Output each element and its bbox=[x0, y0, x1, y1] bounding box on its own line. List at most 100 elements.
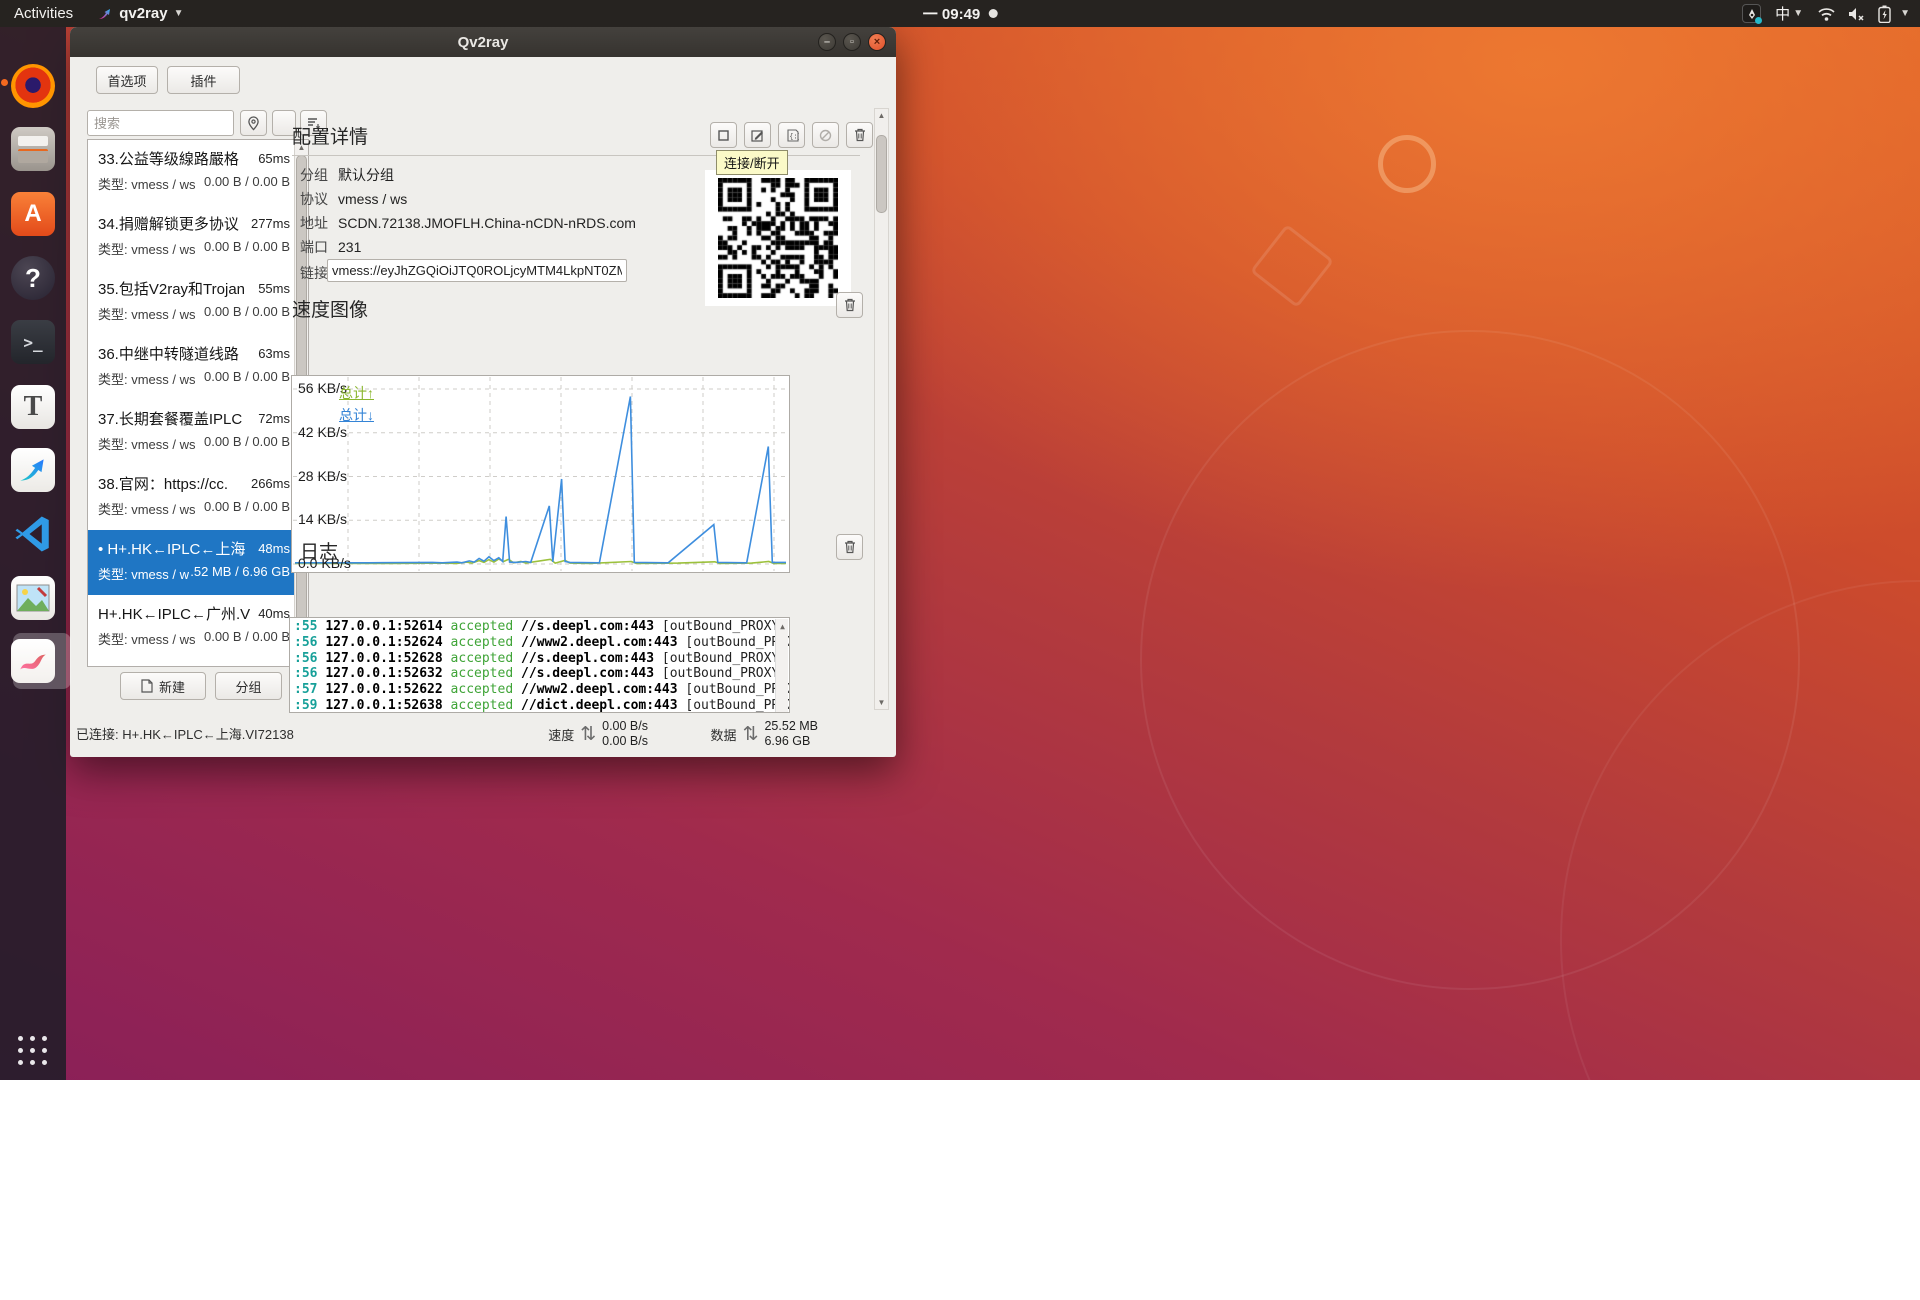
app-menu[interactable]: qv2ray ▼ bbox=[87, 0, 193, 27]
close-button[interactable]: × bbox=[868, 33, 886, 51]
firefox-running-dot bbox=[1, 79, 8, 86]
new-config-button[interactable]: 新建 bbox=[120, 672, 206, 700]
field-port: 端口231 bbox=[300, 237, 361, 257]
speed-status: 速度 ⇅ 0.00 B/s 0.00 B/s bbox=[548, 719, 648, 749]
server-traffic: 0.00 B / 0.00 B bbox=[204, 174, 290, 193]
preferences-button[interactable]: 首选项 bbox=[96, 66, 158, 94]
server-ping: 55ms bbox=[258, 281, 290, 296]
server-list-item[interactable]: • H+.HK←IPLC←上海 48ms 类型: vmess / w .52 M… bbox=[88, 530, 308, 595]
active-app-highlight bbox=[13, 633, 71, 689]
dock-vscode[interactable] bbox=[9, 510, 57, 558]
dock-firefox[interactable] bbox=[9, 62, 57, 110]
server-name: H+.HK←IPLC←广州.V bbox=[98, 603, 256, 624]
plugins-button[interactable]: 插件 bbox=[167, 66, 240, 94]
system-status-area[interactable]: 中 ▼ ▼ bbox=[1732, 0, 1920, 27]
terminal-icon: >_ bbox=[11, 320, 55, 364]
activities-button[interactable]: Activities bbox=[0, 0, 87, 27]
dock-ubuntu-software[interactable]: A bbox=[9, 190, 57, 238]
system-tray[interactable]: ▼ bbox=[1817, 5, 1910, 23]
window-titlebar[interactable]: Qv2ray – ▫ × bbox=[70, 27, 896, 57]
updown-arrows-icon: ⇅ bbox=[580, 723, 596, 746]
latency-test-button-disabled[interactable] bbox=[812, 122, 839, 148]
plugins-label: 插件 bbox=[190, 71, 216, 90]
input-method-indicator-icon[interactable] bbox=[1742, 4, 1761, 23]
new-document-icon bbox=[141, 679, 153, 693]
log-line: :59 127.0.0.1:52638 accepted //dict.deep… bbox=[294, 698, 785, 713]
scroll-up-icon[interactable]: ▲ bbox=[875, 111, 888, 120]
wifi-icon bbox=[1817, 6, 1836, 22]
server-type: 类型: vmess / ws bbox=[98, 434, 196, 453]
chart-ytick: 14 KB/s bbox=[298, 511, 347, 527]
server-list-item[interactable]: 33.公益等级線路嚴格 65ms 类型: vmess / ws 0.00 B /… bbox=[88, 140, 308, 205]
keyboard-layout-indicator[interactable]: 中 ▼ bbox=[1775, 3, 1803, 24]
log-lines: :55 127.0.0.1:52614 accepted //s.deepl.c… bbox=[294, 619, 785, 713]
server-traffic: 0.00 B / 0.00 B bbox=[204, 434, 290, 453]
log-line: :56 127.0.0.1:52628 accepted //s.deepl.c… bbox=[294, 651, 785, 667]
search-input[interactable] bbox=[87, 110, 234, 136]
field-group: 分组默认分组 bbox=[300, 165, 394, 185]
group-button[interactable]: 分组 bbox=[215, 672, 282, 700]
dock-photos[interactable] bbox=[9, 574, 57, 622]
keyboard-caret-icon: ▼ bbox=[1793, 8, 1803, 19]
clear-chart-button[interactable] bbox=[836, 292, 863, 318]
dock-text-editor[interactable]: T bbox=[9, 383, 57, 431]
locate-current-button[interactable] bbox=[240, 110, 267, 136]
delete-config-button[interactable] bbox=[846, 122, 873, 148]
legend-total-down[interactable]: 总计↓ bbox=[339, 405, 374, 425]
text-editor-icon: T bbox=[11, 385, 55, 429]
edit-json-button[interactable]: {:} bbox=[778, 122, 805, 148]
wallpaper-circle-1 bbox=[1140, 330, 1800, 990]
server-list[interactable]: 33.公益等级線路嚴格 65ms 类型: vmess / ws 0.00 B /… bbox=[87, 139, 309, 667]
dock-qv2ray-active[interactable] bbox=[9, 637, 57, 685]
minimize-button[interactable]: – bbox=[818, 33, 836, 51]
log-scrollbar[interactable]: ▲ bbox=[775, 619, 788, 713]
wallpaper-shape bbox=[1250, 224, 1334, 308]
dock-qv2ray-arrow[interactable] bbox=[9, 446, 57, 494]
log-section-title: 日志 bbox=[300, 537, 338, 564]
server-list-item[interactable]: 35.包括V2ray和Trojan 55ms 类型: vmess / ws 0.… bbox=[88, 270, 308, 335]
app-menu-label: qv2ray bbox=[119, 5, 167, 22]
trash-icon bbox=[844, 298, 856, 312]
location-pin-icon bbox=[247, 116, 260, 131]
share-link-input[interactable] bbox=[327, 259, 627, 282]
clear-log-button[interactable] bbox=[836, 534, 863, 560]
dock-terminal[interactable]: >_ bbox=[9, 318, 57, 366]
scroll-down-icon[interactable]: ▼ bbox=[875, 698, 888, 707]
photos-icon bbox=[11, 576, 55, 620]
server-list-item[interactable]: 36.中继中转隧道线路 63ms 类型: vmess / ws 0.00 B /… bbox=[88, 335, 308, 400]
dock-help[interactable]: ? bbox=[9, 254, 57, 302]
new-config-label: 新建 bbox=[159, 677, 185, 696]
server-ping: 72ms bbox=[258, 411, 290, 426]
connect-disconnect-button[interactable] bbox=[710, 122, 737, 148]
server-traffic: 0.00 B / 0.00 B bbox=[204, 499, 290, 518]
server-list-item[interactable]: 38.官网：https://cc. 266ms 类型: vmess / ws 0… bbox=[88, 465, 308, 530]
edit-config-button[interactable] bbox=[744, 122, 771, 148]
speed-down-value: 0.00 B/s bbox=[602, 734, 648, 749]
server-list-item[interactable]: H+.HK←IPLC←广州.V 40ms 类型: vmess / ws 0.00… bbox=[88, 595, 308, 660]
window-title: Qv2ray bbox=[458, 34, 509, 51]
keyboard-layout-label: 中 bbox=[1775, 3, 1790, 24]
server-name: 36.中继中转隧道线路 bbox=[98, 343, 256, 364]
maximize-button[interactable]: ▫ bbox=[843, 33, 861, 51]
show-applications-button[interactable] bbox=[14, 1032, 52, 1070]
firefox-icon bbox=[11, 64, 55, 108]
dock-files[interactable] bbox=[9, 125, 57, 173]
server-list-item[interactable]: 34.捐赠解锁更多协议 277ms 类型: vmess / ws 0.00 B … bbox=[88, 205, 308, 270]
scroll-up-icon[interactable]: ▲ bbox=[776, 619, 789, 635]
log-output[interactable]: :55 127.0.0.1:52614 accepted //s.deepl.c… bbox=[289, 617, 790, 713]
tray-caret-icon: ▼ bbox=[1900, 8, 1910, 19]
panel-scrollbar[interactable]: ▲ ▼ bbox=[874, 108, 889, 710]
crossed-circle-icon bbox=[819, 129, 832, 142]
ubuntu-software-icon: A bbox=[11, 192, 55, 236]
help-icon: ? bbox=[11, 256, 55, 300]
data-status: 数据 ⇅ 25.52 MB 6.96 GB bbox=[711, 719, 818, 749]
app-menu-caret-icon: ▼ bbox=[174, 8, 184, 19]
server-list-item[interactable]: 37.长期套餐覆盖IPLC 72ms 类型: vmess / ws 0.00 B… bbox=[88, 400, 308, 465]
clock[interactable]: 一 09:49 bbox=[923, 3, 998, 24]
ime-active-dot bbox=[1755, 17, 1762, 24]
desktop: Activities qv2ray ▼ 一 09:49 中 ▼ bbox=[0, 0, 1920, 1080]
battery-charging-icon bbox=[1878, 5, 1891, 23]
server-list-item[interactable]: H+.CC←IPLC← bbox=[88, 660, 308, 667]
legend-total-up[interactable]: 总计↑ bbox=[339, 383, 374, 403]
scrollbar-thumb[interactable] bbox=[876, 135, 887, 213]
